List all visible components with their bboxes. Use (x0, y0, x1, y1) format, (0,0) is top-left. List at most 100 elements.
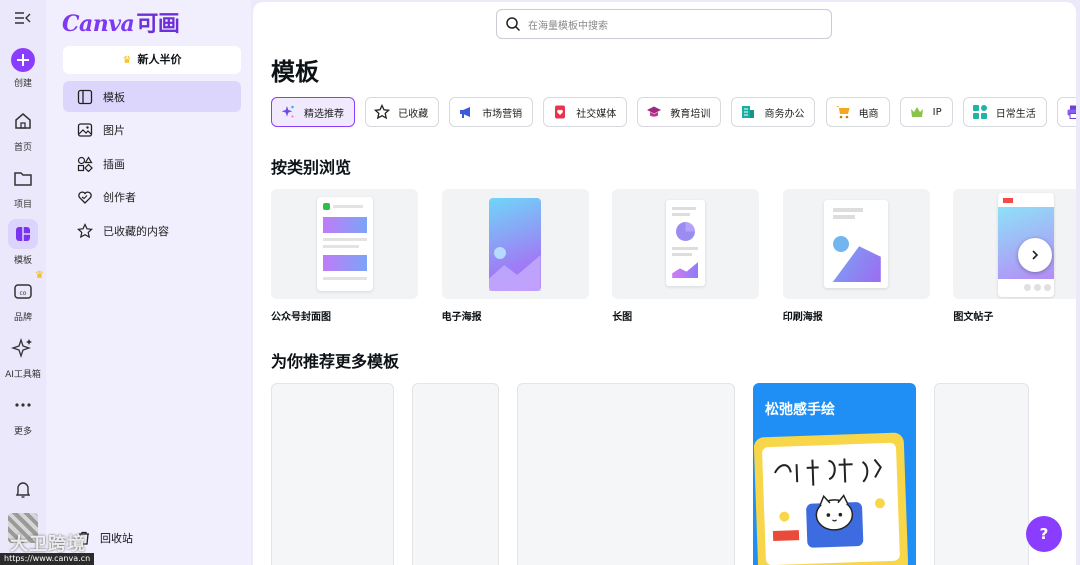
rail-projects[interactable]: 项目 (0, 163, 46, 210)
category-thumb (441, 189, 589, 299)
sidebar-item-label: 模板 (103, 90, 125, 104)
shapes-icon (77, 155, 93, 172)
chip-business[interactable]: 商务办公 (731, 97, 816, 127)
rail-label: 创建 (13, 79, 32, 89)
template-card-featured[interactable]: 松弛感手绘 (753, 383, 916, 565)
sidebar-item-templates[interactable]: 模板 (63, 81, 241, 112)
chip-social-media[interactable]: 社交媒体 (543, 97, 628, 127)
search-icon (506, 17, 521, 32)
brand-icon: co ♛ (8, 270, 44, 306)
chip-ip[interactable]: IP (899, 97, 953, 127)
chip-label: IP (932, 106, 942, 118)
main-panel: 在海量模板中搜索 模板 精选推荐 已收藏 市场营销 社交媒体 教育培训 商务办公 (253, 2, 1076, 565)
sparkle-icon (281, 105, 294, 118)
megaphone-icon (460, 107, 471, 118)
chip-label: 精选推荐 (304, 108, 344, 120)
chip-featured[interactable]: 精选推荐 (271, 97, 355, 127)
image-icon (77, 123, 93, 137)
search-bar[interactable]: 在海量模板中搜索 (496, 9, 832, 39)
printer-icon (1067, 105, 1076, 119)
rail-label: 项目 (13, 200, 32, 210)
category-thumb (953, 189, 1076, 299)
chip-education[interactable]: 教育培训 (637, 97, 722, 127)
crown-icon: ♛ (122, 55, 132, 66)
sidebar-item-creators[interactable]: 创作者 (63, 182, 241, 213)
rail-templates[interactable]: 模板 (0, 219, 46, 266)
category-long-image[interactable]: 长图 (612, 189, 760, 323)
folder-icon (8, 163, 38, 193)
sidebar-item-label: 插画 (103, 157, 125, 171)
rail-home[interactable]: 首页 (0, 106, 46, 153)
page-title: 模板 (271, 58, 319, 86)
promo-label: 新人半价 (137, 53, 182, 66)
crown-icon (910, 107, 923, 117)
sidebar-item-label: 创作者 (103, 191, 136, 204)
trash-label: 回收站 (100, 532, 133, 545)
search-placeholder: 在海量模板中搜索 (528, 20, 608, 32)
sparkle-icon (8, 333, 38, 363)
chevron-right-icon (1032, 250, 1039, 260)
left-rail: 创建 首页 项目 模板 co ♛ 品牌 AI工具箱 更多 (0, 0, 46, 565)
chip-label: 日常生活 (995, 108, 1036, 120)
chip-print[interactable]: 平面 (1056, 97, 1076, 127)
chip-label: 商务办公 (764, 108, 805, 120)
promo-button[interactable]: ♛ 新人半价 (63, 46, 241, 74)
category-label: 公众号封面图 (271, 312, 331, 323)
heart-card-icon (555, 105, 566, 119)
sidebar-item-starred[interactable]: 已收藏的内容 (63, 215, 241, 246)
category-thumb (271, 189, 418, 299)
feature-card-illustration (753, 432, 909, 565)
rail-brand[interactable]: co ♛ 品牌 (0, 270, 46, 323)
svg-text:co: co (20, 290, 27, 297)
more-dots-icon (8, 390, 38, 420)
rail-label: 模板 (13, 256, 32, 266)
graduation-cap-icon (647, 106, 662, 117)
sidebar-item-illustrations[interactable]: 插画 (63, 148, 241, 179)
template-card[interactable] (271, 383, 394, 565)
template-card[interactable] (934, 383, 1029, 565)
category-carousel: 公众号封面图 电子海报 长图 印刷海报 图文帖子 (271, 189, 1076, 329)
templates-icon (8, 219, 38, 249)
browse-title: 按类别浏览 (271, 158, 352, 177)
collapse-sidebar-icon[interactable] (14, 10, 32, 26)
carousel-next-button[interactable] (1018, 238, 1052, 272)
help-button[interactable]: ? (1026, 516, 1062, 552)
sidebar-nav: 模板 图片 插画 创作者 已收藏的内容 (63, 81, 241, 249)
category-label: 长图 (612, 312, 633, 323)
chip-label: 已收藏 (398, 108, 429, 120)
watermark-url: https://www.canva.cn (0, 553, 95, 565)
sidebar: Canva可画 ♛ 新人半价 模板 图片 插画 创作者 已收藏的内容 回收站 (46, 0, 251, 565)
chip-ecommerce[interactable]: 电商 (825, 97, 890, 127)
star-icon (77, 222, 93, 238)
grid-icon (972, 105, 987, 119)
bell-icon (8, 474, 38, 504)
chip-marketing[interactable]: 市场营销 (449, 97, 534, 127)
category-thumb (612, 189, 760, 299)
plus-icon (11, 48, 35, 72)
rail-create[interactable]: 创建 (0, 45, 46, 89)
chip-label: 社交媒体 (576, 108, 617, 120)
chip-label: 电商 (858, 108, 879, 120)
rail-ai-tools[interactable]: AI工具箱 (0, 333, 46, 380)
chip-daily-life[interactable]: 日常生活 (962, 97, 1047, 127)
category-print-poster[interactable]: 印刷海报 (782, 189, 930, 323)
rail-notifications[interactable] (0, 474, 46, 504)
canva-logo[interactable]: Canva可画 (62, 6, 180, 38)
building-icon (742, 106, 755, 118)
category-chips: 精选推荐 已收藏 市场营销 社交媒体 教育培训 商务办公 电商 IP 日常生活 (271, 97, 1076, 127)
sidebar-item-photos[interactable]: 图片 (63, 115, 241, 146)
category-label: 图文帖子 (953, 312, 994, 323)
rail-more[interactable]: 更多 (0, 390, 46, 437)
template-card[interactable] (412, 383, 499, 565)
chip-label: 教育培训 (670, 108, 711, 120)
sidebar-item-label: 图片 (103, 124, 125, 137)
layout-icon (77, 89, 93, 104)
category-label: 印刷海报 (782, 312, 823, 323)
category-thumb (782, 189, 930, 299)
category-wechat-cover[interactable]: 公众号封面图 (271, 189, 418, 323)
category-e-poster[interactable]: 电子海报 (441, 189, 589, 323)
chip-starred[interactable]: 已收藏 (365, 97, 440, 127)
rail-label: AI工具箱 (5, 370, 41, 380)
category-image-post[interactable]: 图文帖子 (953, 189, 1076, 323)
template-card[interactable] (517, 383, 735, 565)
